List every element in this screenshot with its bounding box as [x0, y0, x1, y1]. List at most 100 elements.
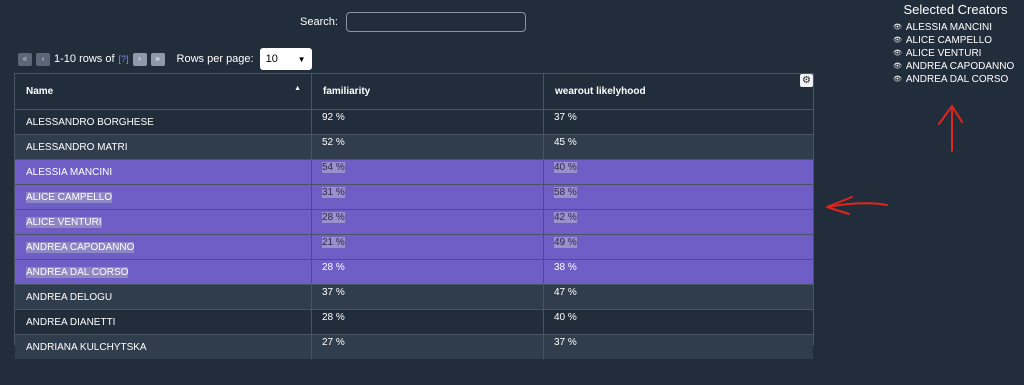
cell-familiarity-text: 28 %	[322, 262, 345, 273]
cell-name-text: ANDREA CAPODANNO	[26, 241, 135, 253]
table-row[interactable]: ANDREA DAL CORSO 28 % 38 %	[15, 260, 813, 285]
cell-name: ANDREA DAL CORSO	[15, 260, 312, 284]
cell-wearout: 58 %	[544, 185, 813, 209]
cell-wearout-text: 40 %	[554, 312, 577, 323]
table-row[interactable]: ALICE CAMPELLO 31 % 58 %	[15, 185, 813, 210]
cell-name: ANDRIANA KULCHYTSKA	[15, 335, 312, 359]
search-label: Search:	[300, 16, 338, 28]
row-range-text: 1-10 rows of	[54, 53, 115, 65]
cell-familiarity: 54 %	[312, 160, 544, 184]
cell-familiarity-text: 28 %	[322, 312, 345, 323]
cell-familiarity: 28 %	[312, 260, 544, 284]
cell-familiarity: 52 %	[312, 135, 544, 159]
prev-page-button[interactable]: ‹	[36, 52, 50, 66]
cell-familiarity-text: 31 %	[322, 187, 345, 198]
cell-familiarity-text: 21 %	[322, 237, 345, 248]
table-row[interactable]: ANDREA DIANETTI 28 % 40 %	[15, 310, 813, 335]
cell-familiarity: 28 %	[312, 210, 544, 234]
eye-icon[interactable]: 👁	[893, 73, 902, 86]
cell-name-text: ALICE VENTURI	[26, 216, 102, 228]
table-row[interactable]: ANDREA DELOGU 37 % 47 %	[15, 285, 813, 310]
selected-creator-item[interactable]: 👁 ALICE VENTURI	[893, 47, 1018, 60]
selected-creator-item[interactable]: 👁 ANDREA DAL CORSO	[893, 73, 1018, 86]
creators-table: ⚙ Name ▲ familiarity wearout likelyhood …	[14, 73, 814, 359]
table-header: Name ▲ familiarity wearout likelyhood	[15, 74, 813, 110]
cell-familiarity: 37 %	[312, 285, 544, 309]
sort-ascending-icon[interactable]: ▲	[294, 85, 301, 92]
cell-name-text: ANDREA DAL CORSO	[26, 266, 129, 278]
cell-wearout-text: 45 %	[554, 137, 577, 148]
selected-creator-name: ANDREA CAPODANNO	[905, 61, 1015, 72]
double-chevron-left-icon: «	[22, 54, 28, 63]
eye-icon[interactable]: 👁	[893, 47, 902, 60]
total-rows-help-link[interactable]: [?]	[119, 54, 129, 64]
double-chevron-right-icon: »	[155, 54, 160, 63]
table-row[interactable]: ALESSANDRO BORGHESE 92 % 37 %	[15, 110, 813, 135]
cell-name-text: ALICE CAMPELLO	[26, 191, 113, 203]
cell-familiarity-text: 27 %	[322, 337, 345, 348]
rows-per-page-select[interactable]: 10 ▼	[259, 48, 312, 70]
table-row[interactable]: ALESSIA MANCINI 54 % 40 %	[15, 160, 813, 185]
cell-name: ALESSIA MANCINI	[15, 160, 312, 184]
selected-creator-name: ALESSIA MANCINI	[905, 22, 993, 33]
last-page-button[interactable]: »	[150, 52, 165, 66]
eye-icon[interactable]: 👁	[893, 34, 902, 47]
cell-name: ANDREA CAPODANNO	[15, 235, 312, 259]
selected-creator-item[interactable]: 👁 ALESSIA MANCINI	[893, 21, 1018, 34]
cell-wearout-text: 40 %	[554, 162, 577, 173]
cell-familiarity-text: 37 %	[322, 287, 345, 298]
cell-wearout-text: 37 %	[554, 337, 577, 348]
caret-down-icon: ▼	[297, 54, 306, 64]
chevron-left-icon: ‹	[41, 54, 45, 63]
up-arrow-annotation	[938, 105, 963, 152]
search-input[interactable]	[345, 12, 526, 32]
cell-name-text: ANDRIANA KULCHYTSKA	[26, 341, 147, 353]
column-header-name[interactable]: Name ▲	[15, 74, 312, 109]
cell-familiarity: 31 %	[312, 185, 544, 209]
cell-wearout-text: 42 %	[554, 212, 577, 223]
cell-name: ANDREA DELOGU	[15, 285, 312, 309]
cell-familiarity-text: 54 %	[322, 162, 345, 173]
column-header-wearout[interactable]: wearout likelyhood	[544, 74, 813, 109]
selected-creator-name: ALICE CAMPELLO	[905, 35, 993, 46]
rows-per-page-value: 10	[265, 53, 278, 65]
cell-familiarity: 27 %	[312, 335, 544, 359]
selected-creator-name: ANDREA DAL CORSO	[905, 74, 1009, 85]
table-row[interactable]: ANDRIANA KULCHYTSKA 27 % 37 %	[15, 335, 813, 359]
cell-familiarity-text: 28 %	[322, 212, 345, 223]
cell-wearout: 45 %	[544, 135, 813, 159]
pagination-bar: « ‹ 1-10 rows of [?] › » Rows per page: …	[18, 48, 312, 70]
cell-wearout-text: 37 %	[554, 112, 577, 123]
cell-wearout: 37 %	[544, 335, 813, 359]
cell-name: ALICE CAMPELLO	[15, 185, 312, 209]
cell-name-text: ALESSANDRO BORGHESE	[26, 116, 154, 128]
column-header-label: wearout likelyhood	[555, 86, 646, 97]
table-row[interactable]: ALESSANDRO MATRI 52 % 45 %	[15, 135, 813, 160]
cell-wearout: 47 %	[544, 285, 813, 309]
next-page-button[interactable]: ›	[132, 52, 147, 66]
cell-wearout-text: 47 %	[554, 287, 577, 298]
table-row[interactable]: ANDREA CAPODANNO 21 % 49 %	[15, 235, 813, 260]
cell-name: ALESSANDRO BORGHESE	[15, 110, 312, 134]
selected-creator-item[interactable]: 👁 ALICE CAMPELLO	[893, 34, 1018, 47]
column-header-familiarity[interactable]: familiarity	[312, 74, 544, 109]
chevron-right-icon: ›	[138, 54, 141, 63]
column-header-label: familiarity	[323, 86, 371, 97]
cell-name: ANDREA DIANETTI	[15, 310, 312, 334]
eye-icon[interactable]: 👁	[893, 21, 902, 34]
cell-wearout: 37 %	[544, 110, 813, 134]
cell-name-text: ALESSANDRO MATRI	[26, 141, 128, 153]
rows-per-page-label: Rows per page:	[176, 53, 254, 65]
selected-creators-panel: Selected Creators 👁 ALESSIA MANCINI 👁 ALICE…	[893, 2, 1018, 86]
column-header-label: Name	[26, 86, 54, 97]
cell-familiarity: 21 %	[312, 235, 544, 259]
eye-icon[interactable]: 👁	[893, 60, 902, 73]
cell-wearout-text: 38 %	[554, 262, 577, 273]
selected-creator-item[interactable]: 👁 ANDREA CAPODANNO	[893, 60, 1018, 73]
cell-name: ALESSANDRO MATRI	[15, 135, 312, 159]
first-page-button[interactable]: «	[18, 52, 32, 66]
cell-wearout: 49 %	[544, 235, 813, 259]
table-row[interactable]: ALICE VENTURI 28 % 42 %	[15, 210, 813, 235]
cell-wearout: 40 %	[544, 160, 813, 184]
cell-name-text: ALESSIA MANCINI	[26, 166, 113, 178]
